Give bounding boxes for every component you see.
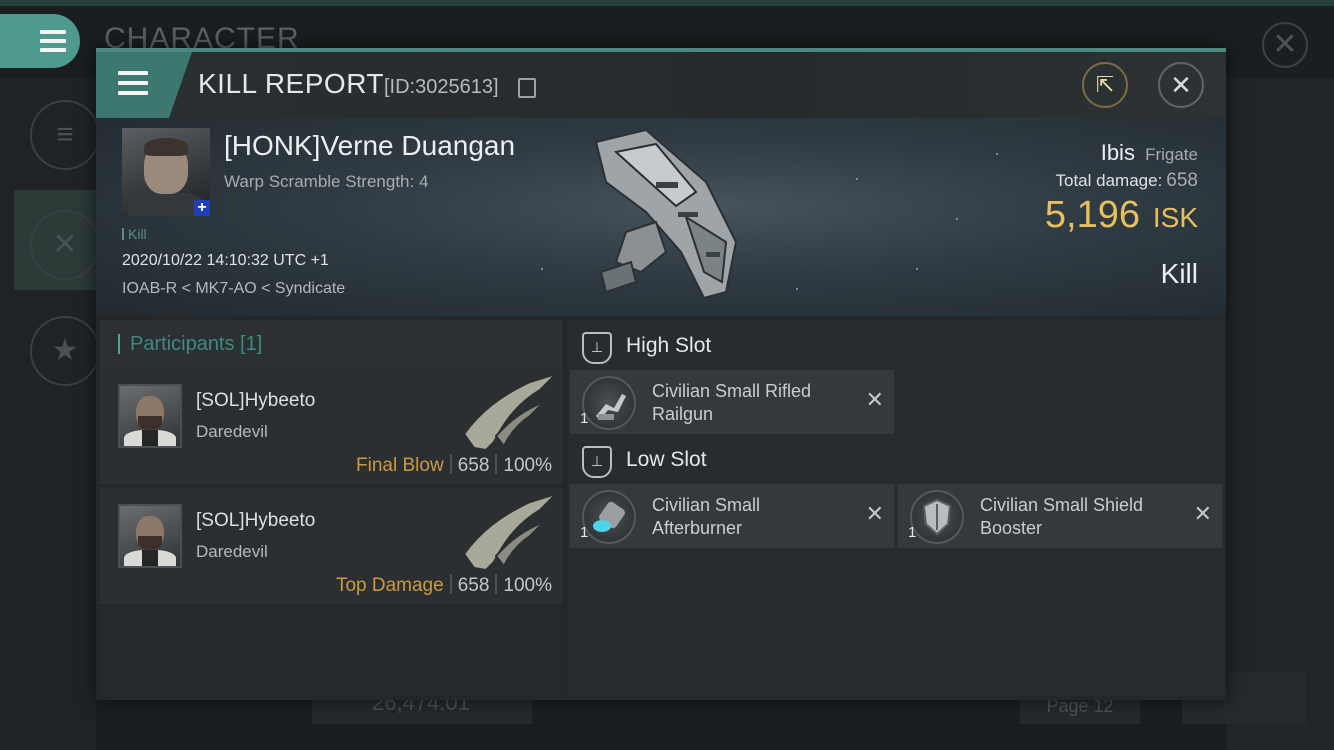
- participant-name: [SOL]Hybeeto: [196, 510, 316, 531]
- kill-timestamp: 2020/10/22 14:10:32 UTC +1: [122, 252, 329, 269]
- crossed-swords-icon[interactable]: ✕: [30, 210, 100, 280]
- participants-panel: Participants [1] [SOL]Hybeeto Daredevil …: [100, 320, 562, 696]
- ship-class: Frigate: [1145, 145, 1198, 164]
- fittings-panel: ⊥ High Slot 1 Civilian Small Rifled Rail…: [568, 320, 1224, 696]
- high-slot-label: High Slot: [626, 334, 712, 357]
- module-afterburner[interactable]: 1 Civilian Small Afterburner ✕: [570, 484, 894, 548]
- module-name: Civilian Small Afterburner: [652, 495, 761, 538]
- module-remove-icon[interactable]: ✕: [866, 388, 884, 412]
- star-decoration: [541, 268, 543, 270]
- portrait-body: [128, 192, 204, 216]
- star-decoration: [916, 268, 918, 270]
- participant-percent: 100%: [503, 455, 552, 476]
- participants-header: Participants [1]: [100, 320, 562, 368]
- list-icon[interactable]: ≡: [30, 100, 100, 170]
- participant-role: Top Damage: [335, 575, 444, 596]
- participant-damage: 658: [457, 575, 490, 596]
- shield-booster-icon: [910, 490, 964, 544]
- participants-header-accent: [118, 334, 120, 354]
- kill-report-modal: KILL REPORT [ID:3025613] ⇱ ✕ + [HONK]Ver…: [96, 48, 1226, 700]
- railgun-icon: [582, 376, 636, 430]
- module-name: Civilian Small Shield Booster: [980, 495, 1144, 538]
- kill-tag-label: Kill: [128, 226, 147, 242]
- participant-ship: Daredevil: [196, 422, 268, 441]
- total-damage-value: 658: [1166, 170, 1198, 191]
- copy-icon[interactable]: [518, 78, 536, 98]
- star-decoration: [856, 178, 858, 180]
- kill-report-id: [ID:3025613]: [384, 76, 499, 98]
- hamburger-icon: [118, 71, 148, 97]
- module-quantity: 1: [908, 524, 917, 541]
- background-left-rail: [0, 78, 96, 750]
- star-decoration: [796, 288, 798, 290]
- star-decoration: [996, 153, 998, 155]
- stat-separator: [495, 574, 498, 594]
- stat-separator: [449, 574, 452, 594]
- total-damage: Total damage: 658: [1056, 170, 1199, 192]
- participants-title: Participants [1]: [130, 333, 263, 355]
- kill-tag: Kill: [122, 226, 147, 242]
- module-quantity: 1: [580, 524, 589, 541]
- portrait-hair: [144, 138, 188, 156]
- participant-role: Final Blow: [356, 455, 444, 476]
- victim-banner: + [HONK]Verne Duangan Warp Scramble Stre…: [96, 118, 1226, 316]
- high-slot-header: ⊥ High Slot: [582, 328, 982, 368]
- isk-unit: ISK: [1152, 202, 1198, 233]
- portrait-beard: [138, 416, 162, 430]
- module-quantity: 1: [580, 410, 589, 427]
- participant-portrait[interactable]: [118, 504, 182, 568]
- portrait-body: [142, 430, 158, 446]
- participant-ship: Daredevil: [196, 542, 268, 561]
- low-slot-label: Low Slot: [626, 448, 707, 471]
- share-button[interactable]: ⇱: [1082, 62, 1128, 108]
- participant-ship-image: [462, 373, 557, 452]
- participant-stats: Final Blow 658 100%: [356, 454, 552, 477]
- portrait-body: [142, 550, 158, 566]
- participant-stats: Top Damage 658 100%: [336, 574, 552, 597]
- kill-result-label: Kill: [1160, 258, 1198, 289]
- participant-portrait[interactable]: [118, 384, 182, 448]
- stat-separator: [449, 454, 452, 474]
- main-menu-button[interactable]: [0, 14, 80, 68]
- low-slot-icon: ⊥: [582, 446, 612, 478]
- participant-damage: 658: [457, 455, 490, 476]
- star-badge-icon[interactable]: ★: [30, 316, 100, 386]
- participant-name: [SOL]Hybeeto: [196, 390, 316, 411]
- afterburner-icon: [582, 490, 636, 544]
- ship-name: Ibis Frigate: [1101, 140, 1198, 166]
- background-right-panel: [1226, 78, 1334, 750]
- background-close-button[interactable]: ✕: [1262, 22, 1308, 68]
- warp-scramble-strength: Warp Scramble Strength: 4: [224, 172, 429, 191]
- add-contact-icon[interactable]: +: [194, 200, 210, 216]
- low-slot-header: ⊥ Low Slot: [582, 442, 982, 482]
- hamburger-icon: [40, 30, 66, 52]
- module-name: Civilian Small Rifled Railgun: [652, 381, 812, 424]
- participant-percent: 100%: [503, 575, 552, 596]
- module-shield-booster[interactable]: 1 Civilian Small Shield Booster ✕: [898, 484, 1222, 548]
- star-decoration: [956, 218, 958, 220]
- kill-location: IOAB-R < MK7-AO < Syndicate: [122, 280, 346, 297]
- stat-separator: [495, 454, 498, 474]
- victim-name: [HONK]Verne Duangan: [224, 130, 516, 161]
- isk-value: 5,196: [1044, 194, 1140, 236]
- high-slot-icon: ⊥: [582, 332, 612, 364]
- portrait-beard: [138, 536, 162, 550]
- participant-ship-image: [462, 493, 557, 572]
- module-railgun[interactable]: 1 Civilian Small Rifled Railgun ✕: [570, 370, 894, 434]
- module-remove-icon[interactable]: ✕: [866, 502, 884, 526]
- victim-ship-image: [594, 128, 738, 300]
- modal-title: KILL REPORT: [198, 68, 385, 99]
- close-button[interactable]: ✕: [1158, 62, 1204, 108]
- total-damage-label: Total damage:: [1055, 171, 1163, 190]
- participant-row[interactable]: [SOL]Hybeeto Daredevil Final Blow 658 100%: [100, 368, 562, 486]
- ship-name-text: Ibis: [1100, 140, 1135, 165]
- participant-row[interactable]: [SOL]Hybeeto Daredevil Top Damage 658 100%: [100, 488, 562, 606]
- module-remove-icon[interactable]: ✕: [1194, 502, 1212, 526]
- background-top-strip: [0, 0, 1334, 6]
